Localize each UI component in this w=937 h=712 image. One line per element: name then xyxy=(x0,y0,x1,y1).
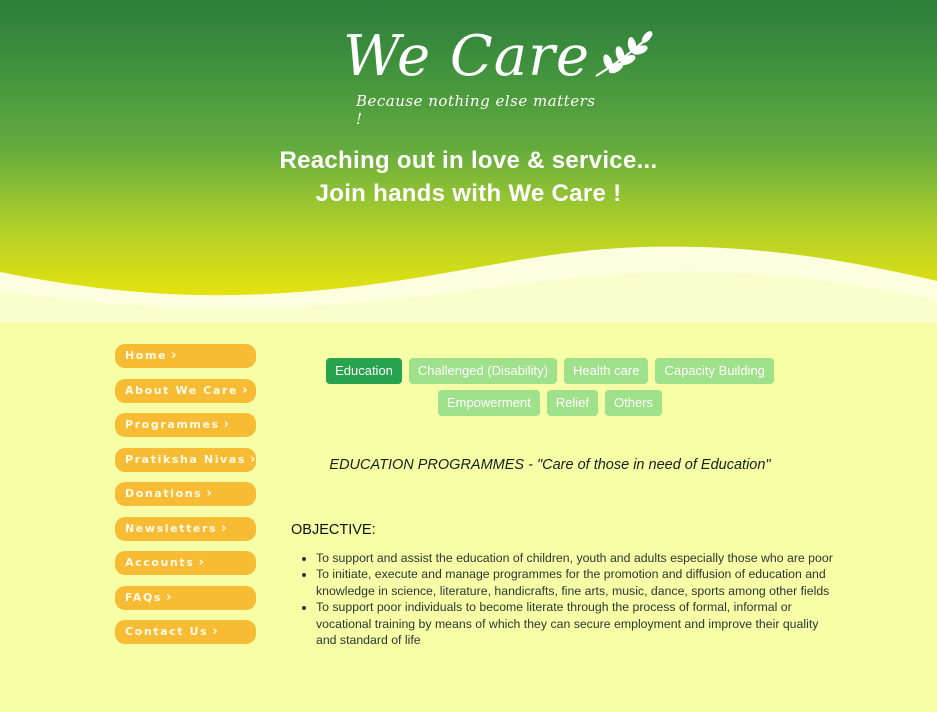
chevron-right-icon: › xyxy=(242,382,248,398)
chevron-right-icon: › xyxy=(223,417,230,432)
programme-tabs: Education Challenged (Disability) Health… xyxy=(290,358,810,422)
tab-challenged-disability[interactable]: Challenged (Disability) xyxy=(408,358,557,384)
tab-empowerment[interactable]: Empowerment xyxy=(437,390,540,416)
chevron-right-icon: › xyxy=(250,451,256,467)
sidebar-item-accounts[interactable]: Accounts › xyxy=(115,551,256,575)
hero-line-2: Join hands with We Care ! xyxy=(315,180,622,207)
list-item: To support and assist the education of c… xyxy=(316,550,836,566)
tab-health-care[interactable]: Health care xyxy=(563,358,649,384)
leaf-icon xyxy=(595,31,653,77)
tab-education[interactable]: Education xyxy=(326,358,402,384)
site-logo[interactable]: We Care xyxy=(343,22,654,92)
sidebar-item-faqs[interactable]: FAQs › xyxy=(115,585,256,610)
sidebar-item-contact-us[interactable]: Contact Us › xyxy=(115,620,256,644)
sidebar-item-about[interactable]: About We Care › xyxy=(115,378,256,403)
objectives-list: To support and assist the education of c… xyxy=(291,550,836,648)
chevron-right-icon: › xyxy=(198,555,204,570)
chevron-right-icon: › xyxy=(171,348,177,363)
chevron-right-icon: › xyxy=(221,520,227,536)
tagline: Because nothing else matters ! xyxy=(356,92,596,128)
sidebar-nav: Home › About We Care › Programmes › Pratiks… xyxy=(115,344,256,655)
chevron-right-icon: › xyxy=(166,589,172,605)
chevron-right-icon: › xyxy=(212,624,218,639)
list-item: To support poor individuals to become li… xyxy=(316,599,836,648)
sidebar-item-home[interactable]: Home › xyxy=(115,344,256,368)
chevron-right-icon: › xyxy=(206,486,212,501)
hero-headline: Reaching out in love & service... Join h… xyxy=(0,144,937,210)
sidebar-item-programmes[interactable]: Programmes › xyxy=(115,413,256,437)
hero-line-1: Reaching out in love & service... xyxy=(279,147,658,174)
hero-banner: We Care Because nothing else matters ! R… xyxy=(0,0,937,323)
sidebar-item-newsletters[interactable]: Newsletters › xyxy=(115,516,256,541)
sidebar-item-pratiksha-nivas[interactable]: Pratiksha Nivas › xyxy=(115,447,256,472)
list-item: To initiate, execute and manage programm… xyxy=(316,566,836,599)
tab-capacity-building[interactable]: Capacity Building xyxy=(655,358,774,384)
tab-others[interactable]: Others xyxy=(605,390,663,416)
objective-label: OBJECTIVE: xyxy=(291,522,376,538)
sidebar-item-donations[interactable]: Donations › xyxy=(115,482,256,506)
section-heading: EDUCATION PROGRAMMES - "Care of those in… xyxy=(329,457,771,473)
tab-relief[interactable]: Relief xyxy=(546,390,599,416)
